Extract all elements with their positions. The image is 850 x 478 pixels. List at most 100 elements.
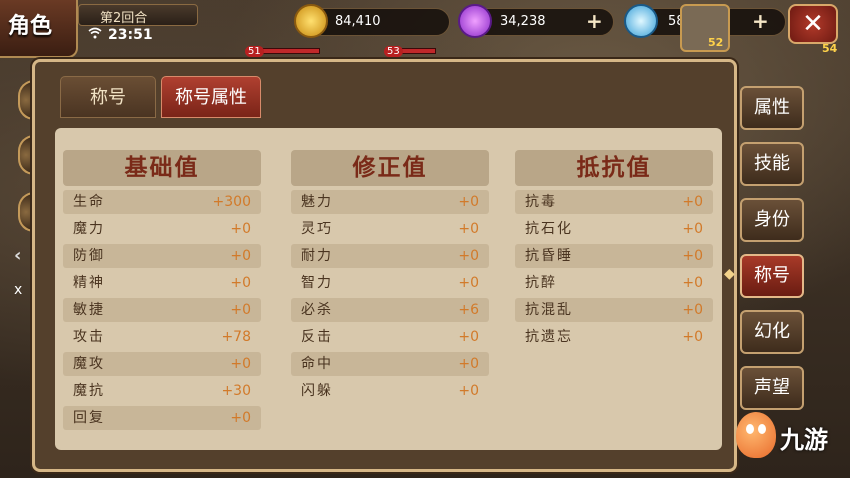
attribute-row: 命中 +0 — [291, 352, 489, 376]
hp-bar — [260, 48, 320, 54]
attribute-value: +6 — [458, 302, 479, 318]
attribute-value: +0 — [682, 302, 703, 318]
attribute-label: 魔攻 — [73, 356, 105, 372]
attribute-row: 抗混乱 +0 — [515, 298, 713, 322]
side-tab-title[interactable]: 称号 — [740, 254, 804, 298]
pet-level: 52 — [708, 36, 724, 49]
attribute-value: +30 — [221, 383, 251, 399]
page-title: 角色 — [8, 14, 53, 39]
attribute-label: 防御 — [73, 248, 105, 264]
attribute-row: 闪躲 +0 — [291, 379, 489, 403]
attribute-row: 智力 +0 — [291, 271, 489, 295]
attribute-value: +0 — [458, 194, 479, 210]
column-header-base: 基础值 — [63, 150, 261, 186]
attribute-value: +0 — [458, 275, 479, 291]
attribute-row: 生命 +300 — [63, 190, 261, 214]
side-tab-identity[interactable]: 身份 — [740, 198, 804, 242]
attribute-label: 必杀 — [301, 302, 333, 318]
purple-gem-icon — [458, 4, 492, 38]
attribute-label: 攻击 — [73, 329, 105, 345]
attribute-row: 魔攻 +0 — [63, 352, 261, 376]
attribute-row: 回复 +0 — [63, 406, 261, 430]
side-tab-transform[interactable]: 幻化 — [740, 310, 804, 354]
attribute-label: 抗毒 — [525, 194, 557, 210]
add-purple-gem-button[interactable]: + — [586, 9, 603, 33]
attribute-row: 抗醉 +0 — [515, 271, 713, 295]
attribute-row: 灵巧 +0 — [291, 217, 489, 241]
close-small-icon[interactable]: x — [14, 282, 22, 298]
attribute-value: +0 — [230, 221, 251, 237]
side-tab-reputation[interactable]: 声望 — [740, 366, 804, 410]
diamond-icon — [624, 4, 658, 38]
gold-amount: 84,410 — [335, 14, 381, 29]
watermark-logo: 九游 — [736, 412, 846, 458]
round-label: 第2回合 — [100, 11, 148, 26]
attribute-row: 反击 +0 — [291, 325, 489, 349]
hp-bar — [400, 48, 436, 54]
tab-title[interactable]: 称号 — [60, 76, 156, 118]
hero-level: 54 — [822, 42, 838, 55]
attribute-value: +0 — [230, 275, 251, 291]
attribute-value: +0 — [458, 248, 479, 264]
attribute-row: 魅力 +0 — [291, 190, 489, 214]
attribute-row: 攻击 +78 — [63, 325, 261, 349]
watermark-text: 九游 — [780, 426, 828, 454]
attribute-value: +0 — [230, 410, 251, 426]
attribute-label: 抗昏睡 — [525, 248, 573, 264]
gold-coin-icon — [294, 4, 328, 38]
column-header-resistance: 抵抗值 — [515, 150, 713, 186]
attribute-value: +0 — [230, 302, 251, 318]
attribute-label: 命中 — [301, 356, 333, 372]
attribute-label: 敏捷 — [73, 302, 105, 318]
add-diamond-button[interactable]: + — [752, 9, 769, 33]
close-button[interactable]: ✕ — [788, 4, 838, 44]
attribute-row: 抗遗忘 +0 — [515, 325, 713, 349]
attribute-value: +0 — [682, 329, 703, 345]
chevron-left-icon[interactable]: ‹ — [14, 245, 21, 266]
attribute-row: 抗石化 +0 — [515, 217, 713, 241]
attribute-value: +0 — [682, 275, 703, 291]
attribute-label: 抗醉 — [525, 275, 557, 291]
attribute-row: 魔抗 +30 — [63, 379, 261, 403]
attribute-label: 抗石化 — [525, 221, 573, 237]
attribute-label: 智力 — [301, 275, 333, 291]
mascot-icon — [736, 412, 776, 458]
attribute-value: +0 — [230, 248, 251, 264]
hp-level: 53 — [384, 46, 403, 57]
attribute-label: 回复 — [73, 410, 105, 426]
attribute-label: 灵巧 — [301, 221, 333, 237]
side-tab-attributes[interactable]: 属性 — [740, 86, 804, 130]
attribute-value: +0 — [682, 194, 703, 210]
attribute-row: 抗毒 +0 — [515, 190, 713, 214]
attribute-label: 生命 — [73, 194, 105, 210]
attribute-value: +0 — [458, 221, 479, 237]
side-tab-skills[interactable]: 技能 — [740, 142, 804, 186]
attribute-value: +0 — [230, 356, 251, 372]
attribute-label: 魔抗 — [73, 383, 105, 399]
attribute-row: 敏捷 +0 — [63, 298, 261, 322]
attribute-label: 抗遗忘 — [525, 329, 573, 345]
attribute-row: 抗昏睡 +0 — [515, 244, 713, 268]
wifi-icon — [88, 27, 102, 39]
attribute-value: +0 — [458, 356, 479, 372]
attribute-panel: 称号 称号属性 基础值 生命 +300 魔力 +0 防御 +0 精神 +0 敏捷 +0 攻… — [32, 59, 737, 472]
attribute-row: 精神 +0 — [63, 271, 261, 295]
attribute-value: +300 — [212, 194, 251, 210]
attribute-label: 精神 — [73, 275, 105, 291]
attribute-row: 耐力 +0 — [291, 244, 489, 268]
attribute-value: +78 — [221, 329, 251, 345]
tab-title-attributes[interactable]: 称号属性 — [161, 76, 261, 118]
attribute-row: 魔力 +0 — [63, 217, 261, 241]
attribute-label: 魅力 — [301, 194, 333, 210]
attribute-row: 必杀 +6 — [291, 298, 489, 322]
attribute-label: 反击 — [301, 329, 333, 345]
attribute-table: 基础值 生命 +300 魔力 +0 防御 +0 精神 +0 敏捷 +0 攻击 +78 魔攻 +… — [55, 128, 722, 450]
hp-level: 51 — [245, 46, 264, 57]
purple-gem-amount: 34,238 — [500, 14, 546, 29]
attribute-label: 闪躲 — [301, 383, 333, 399]
column-header-modifier: 修正值 — [291, 150, 489, 186]
attribute-value: +0 — [458, 383, 479, 399]
attribute-value: +0 — [458, 329, 479, 345]
attribute-value: +0 — [682, 221, 703, 237]
attribute-label: 耐力 — [301, 248, 333, 264]
